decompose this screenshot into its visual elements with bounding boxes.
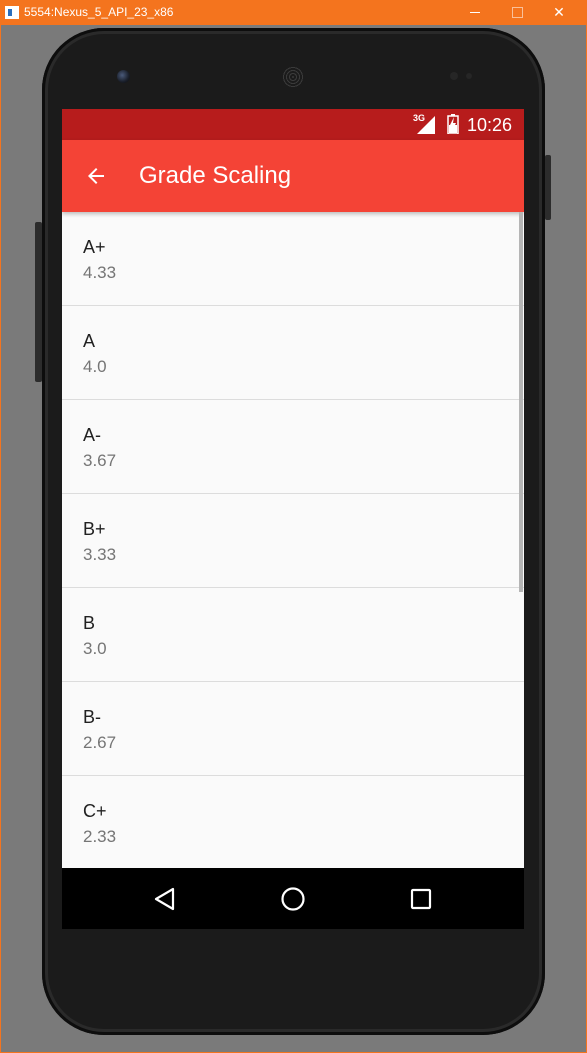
list-item[interactable]: B+ 3.33 [62, 494, 524, 588]
maximize-button[interactable] [497, 0, 537, 25]
emulator-app-icon [5, 6, 19, 19]
grade-label: B+ [83, 519, 106, 539]
grade-value: 4.0 [83, 357, 107, 376]
nav-home-icon [281, 887, 305, 911]
grade-value: 2.33 [83, 827, 117, 846]
grade-label: B [83, 613, 96, 633]
nav-back-button[interactable] [148, 882, 182, 916]
battery-icon [447, 114, 459, 134]
close-icon: ✕ [553, 4, 565, 20]
app-bar: Grade Scaling [62, 140, 524, 212]
page-title: Grade Scaling [139, 162, 292, 189]
signal-icon [417, 116, 435, 134]
list-item[interactable]: C+ 2.33 [62, 776, 524, 868]
grade-label: A- [83, 425, 101, 445]
grade-value: 3.33 [83, 545, 117, 564]
light-sensor-icon [466, 73, 472, 79]
back-button[interactable] [80, 160, 112, 192]
minimize-button[interactable] [455, 0, 495, 25]
list-item[interactable]: B- 2.67 [62, 682, 524, 776]
minimize-icon [470, 12, 480, 13]
grade-value: 4.33 [83, 263, 117, 282]
window-titlebar: 5554:Nexus_5_API_23_x86 ✕ [0, 0, 587, 25]
nav-recents-icon [410, 888, 432, 910]
grade-list[interactable]: A+ 4.33 A 4.0 A- 3.67 B+ 3.33 B 3.0 B- 2… [62, 212, 524, 868]
grade-label: A [83, 331, 96, 351]
navigation-bar [62, 868, 524, 929]
device-screen: 3G 10:26 Grade Scaling A+ 4.33 A 4.0 A- … [62, 109, 524, 929]
scrollbar[interactable] [519, 212, 523, 592]
grade-label: A+ [83, 237, 106, 257]
nav-home-button[interactable] [276, 882, 310, 916]
list-item[interactable]: A+ 4.33 [62, 212, 524, 306]
list-item[interactable]: B 3.0 [62, 588, 524, 682]
close-button[interactable]: ✕ [539, 0, 579, 25]
window-title: 5554:Nexus_5_API_23_x86 [24, 5, 174, 19]
status-bar: 3G 10:26 [62, 109, 524, 140]
earpiece-speaker-icon [282, 66, 304, 88]
grade-value: 2.67 [83, 733, 117, 752]
grade-value: 3.0 [83, 639, 107, 658]
list-item[interactable]: A 4.0 [62, 306, 524, 400]
volume-button[interactable] [35, 222, 42, 382]
power-button[interactable] [545, 155, 551, 220]
nav-recents-button[interactable] [404, 882, 438, 916]
proximity-sensor-icon [450, 72, 458, 80]
status-time: 10:26 [467, 115, 513, 135]
maximize-icon [511, 7, 523, 18]
nav-back-icon [154, 887, 175, 911]
arrow-back-icon [88, 168, 104, 184]
grade-label: B- [83, 707, 101, 727]
grade-value: 3.67 [83, 451, 117, 470]
list-item[interactable]: A- 3.67 [62, 400, 524, 494]
grade-label: C+ [83, 801, 107, 821]
front-camera-icon [117, 70, 130, 83]
